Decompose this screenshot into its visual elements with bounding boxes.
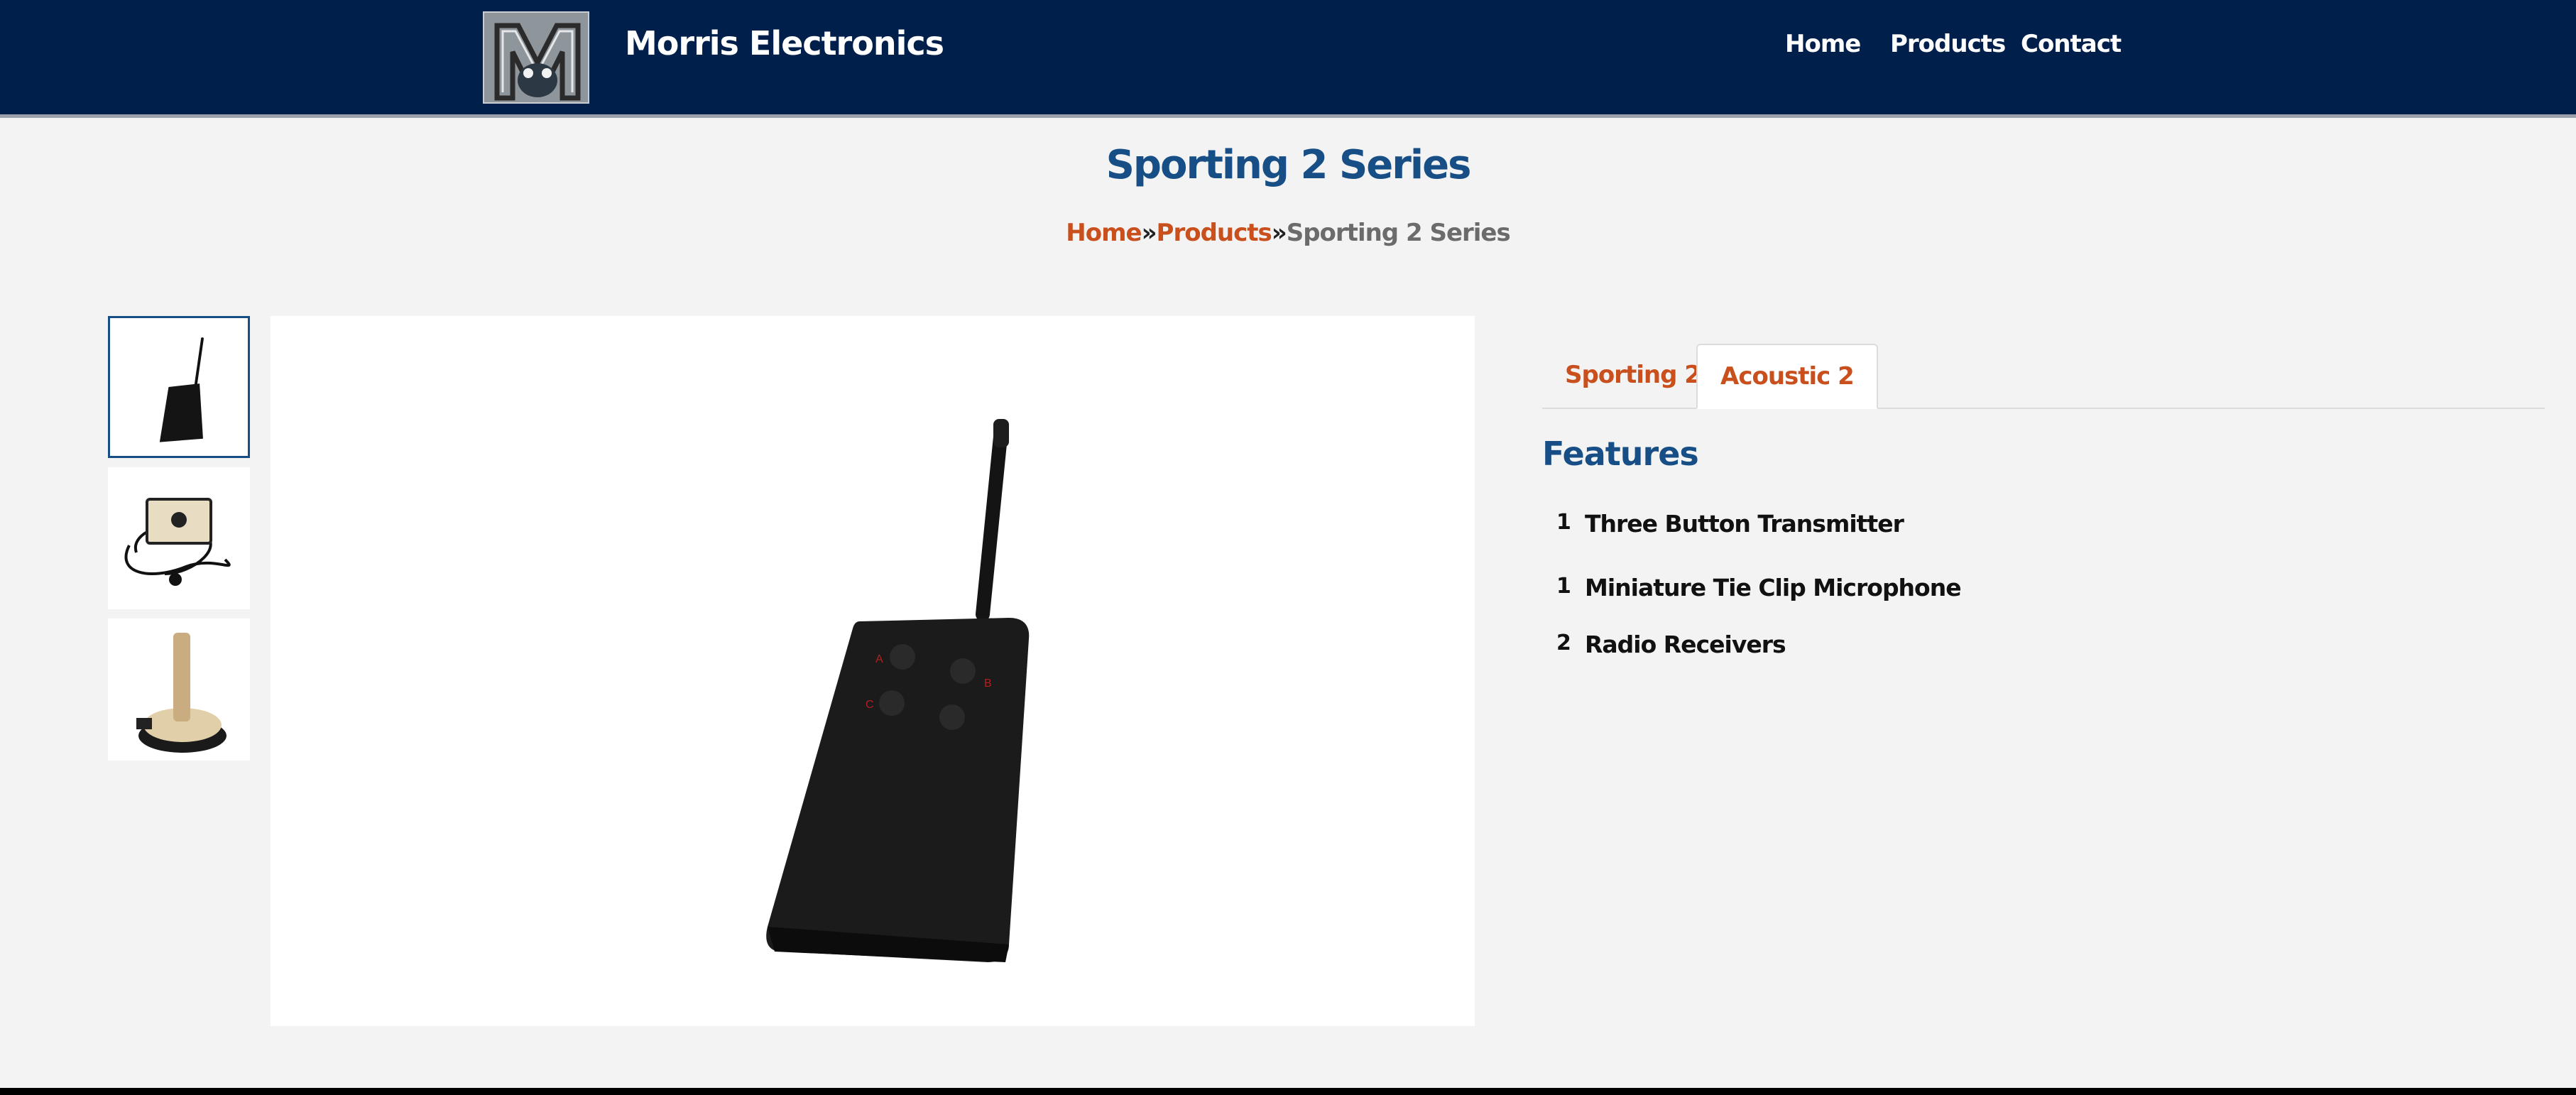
- breadcrumb-separator: »: [1271, 219, 1287, 247]
- breadcrumb: Home»Products»Sporting 2 Series: [0, 219, 2576, 247]
- nav-home[interactable]: Home: [1785, 30, 1861, 58]
- svg-text:A: A: [875, 653, 883, 665]
- footer-border: [0, 1088, 2576, 1095]
- feature-label: Three Button Transmitter: [1585, 510, 1904, 538]
- svg-text:B: B: [984, 677, 992, 690]
- svg-text:C: C: [866, 699, 874, 711]
- feature-quantity: 1: [1556, 510, 1571, 535]
- nav-contact[interactable]: Contact: [2021, 30, 2122, 58]
- logo[interactable]: [483, 11, 589, 104]
- brand-name[interactable]: Morris Electronics: [625, 24, 944, 62]
- breadcrumb-home-link[interactable]: Home: [1066, 219, 1142, 247]
- transmitter-image-icon: [159, 337, 204, 442]
- breadcrumb-products-link[interactable]: Products: [1157, 219, 1272, 247]
- breadcrumb-current: Sporting 2 Series: [1286, 219, 1511, 247]
- feature-item: 2 Radio Receivers: [1556, 631, 1786, 658]
- main-product-image: A B C: [271, 316, 1475, 1026]
- feature-label: Miniature Tie Clip Microphone: [1585, 574, 1962, 601]
- tab-acoustic-2[interactable]: Acoustic 2: [1696, 344, 1878, 409]
- site-header: Morris Electronics Home Products Contact: [0, 0, 2576, 118]
- thumbnail-candle-receiver[interactable]: [108, 619, 250, 761]
- features-heading: Features: [1542, 435, 1699, 473]
- transmitter-image-icon: A B C: [766, 419, 1030, 962]
- thumbnail-transmitter[interactable]: [108, 316, 250, 458]
- thumbnail-microphone[interactable]: [108, 467, 250, 609]
- breadcrumb-separator: »: [1141, 219, 1157, 247]
- logo-icon: [484, 13, 588, 102]
- microphone-receiver-image-icon: [124, 498, 231, 586]
- feature-quantity: 2: [1556, 631, 1571, 655]
- feature-item: 1 Three Button Transmitter: [1556, 510, 1904, 538]
- nav-products[interactable]: Products: [1890, 30, 2006, 58]
- page-title: Sporting 2 Series: [1106, 142, 1472, 188]
- feature-quantity: 1: [1556, 574, 1571, 599]
- feature-item: 1 Miniature Tie Clip Microphone: [1556, 574, 1962, 601]
- feature-label: Radio Receivers: [1585, 631, 1786, 658]
- candle-receiver-image-icon: [136, 633, 227, 753]
